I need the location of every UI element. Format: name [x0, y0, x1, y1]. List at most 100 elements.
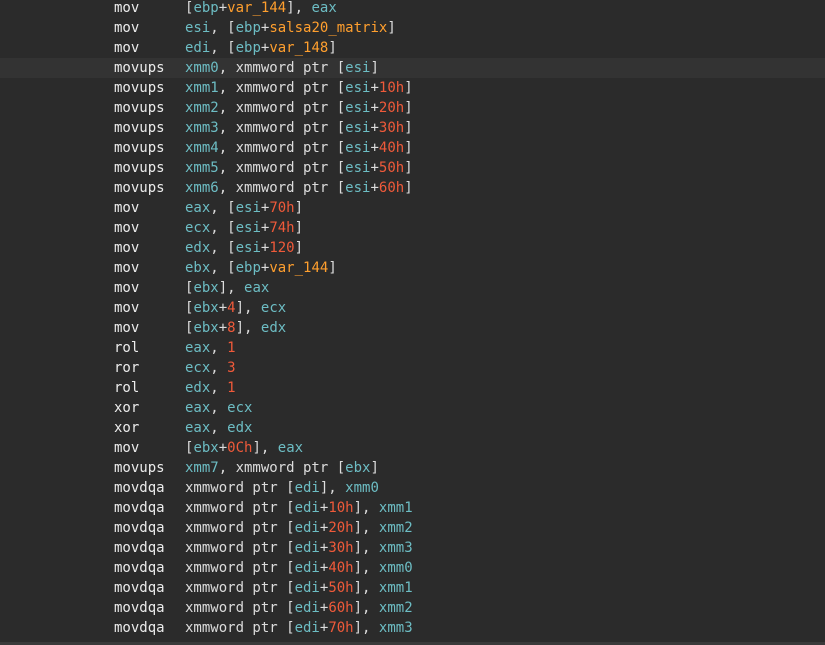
register-operand[interactable]: edi — [295, 500, 320, 516]
instruction-line[interactable]: movdqa xmmword ptr [edi+30h], xmm3 — [0, 538, 825, 558]
instruction-line[interactable]: movdqa xmmword ptr [edi+40h], xmm0 — [0, 558, 825, 578]
register-operand[interactable]: ebp — [236, 260, 261, 276]
instruction-mnemonic[interactable]: rol — [114, 378, 139, 398]
number-operand[interactable]: 30h — [328, 540, 353, 556]
instruction-mnemonic[interactable]: mov — [114, 278, 139, 298]
instruction-line[interactable]: movups xmm0, xmmword ptr [esi] — [0, 58, 825, 78]
number-operand[interactable]: 20h — [379, 100, 404, 116]
instruction-mnemonic[interactable]: movdqa — [114, 558, 165, 578]
instruction-mnemonic[interactable]: mov — [114, 298, 139, 318]
number-operand[interactable]: 50h — [328, 580, 353, 596]
instruction-mnemonic[interactable]: xor — [114, 398, 139, 418]
register-operand[interactable]: ebx — [185, 260, 210, 276]
instruction-mnemonic[interactable]: movups — [114, 58, 165, 78]
number-operand[interactable]: 3 — [227, 360, 235, 376]
instruction-mnemonic[interactable]: rol — [114, 338, 139, 358]
register-operand[interactable]: eax — [185, 420, 210, 436]
register-operand[interactable]: edi — [295, 520, 320, 536]
instruction-mnemonic[interactable]: mov — [114, 258, 139, 278]
instruction-line[interactable]: movups xmm7, xmmword ptr [ebx] — [0, 458, 825, 478]
number-operand[interactable]: 10h — [379, 80, 404, 96]
instruction-mnemonic[interactable]: movups — [114, 178, 165, 198]
instruction-line[interactable]: mov ecx, [esi+74h] — [0, 218, 825, 238]
instruction-line[interactable]: ror ecx, 3 — [0, 358, 825, 378]
register-operand[interactable]: ebx — [193, 440, 218, 456]
register-operand[interactable]: esi — [345, 140, 370, 156]
instruction-line[interactable]: movups xmm1, xmmword ptr [esi+10h] — [0, 78, 825, 98]
register-operand[interactable]: edx — [261, 320, 286, 336]
register-operand[interactable]: ebx — [193, 320, 218, 336]
register-operand[interactable]: xmm1 — [185, 80, 219, 96]
variable-operand[interactable]: var_148 — [269, 40, 328, 56]
instruction-mnemonic[interactable]: movdqa — [114, 478, 165, 498]
instruction-mnemonic[interactable]: mov — [114, 218, 139, 238]
number-operand[interactable]: 1 — [227, 340, 235, 356]
register-operand[interactable]: xmm4 — [185, 140, 219, 156]
register-operand[interactable]: edi — [295, 560, 320, 576]
instruction-line[interactable]: movups xmm3, xmmword ptr [esi+30h] — [0, 118, 825, 138]
instruction-mnemonic[interactable]: mov — [114, 18, 139, 38]
register-operand[interactable]: esi — [345, 180, 370, 196]
register-operand[interactable]: eax — [185, 400, 210, 416]
instruction-line[interactable]: mov edx, [esi+120] — [0, 238, 825, 258]
register-operand[interactable]: edi — [185, 40, 210, 56]
number-operand[interactable]: 50h — [379, 160, 404, 176]
number-operand[interactable]: 120 — [269, 240, 294, 256]
number-operand[interactable]: 10h — [328, 500, 353, 516]
variable-operand[interactable]: var_144 — [269, 260, 328, 276]
register-operand[interactable]: ebx — [193, 300, 218, 316]
number-operand[interactable]: 4 — [227, 300, 235, 316]
register-operand[interactable]: edi — [295, 480, 320, 496]
instruction-line[interactable]: mov [ebx+0Ch], eax — [0, 438, 825, 458]
instruction-mnemonic[interactable]: mov — [114, 438, 139, 458]
instruction-mnemonic[interactable]: movdqa — [114, 618, 165, 638]
number-operand[interactable]: 70h — [328, 620, 353, 636]
register-operand[interactable]: ecx — [185, 220, 210, 236]
variable-operand[interactable]: salsa20_matrix — [269, 20, 387, 36]
register-operand[interactable]: xmm1 — [379, 500, 413, 516]
register-operand[interactable]: esi — [345, 120, 370, 136]
instruction-mnemonic[interactable]: movdqa — [114, 518, 165, 538]
instruction-line[interactable]: mov [ebp+var_144], eax — [0, 0, 825, 18]
register-operand[interactable]: edi — [295, 620, 320, 636]
instruction-line[interactable]: movdqa xmmword ptr [edi+20h], xmm2 — [0, 518, 825, 538]
instruction-mnemonic[interactable]: movdqa — [114, 598, 165, 618]
register-operand[interactable]: esi — [345, 60, 370, 76]
instruction-line[interactable]: mov [ebx+8], edx — [0, 318, 825, 338]
register-operand[interactable]: xmm0 — [379, 560, 413, 576]
instruction-mnemonic[interactable]: mov — [114, 318, 139, 338]
register-operand[interactable]: esi — [345, 160, 370, 176]
register-operand[interactable]: ecx — [261, 300, 286, 316]
register-operand[interactable]: ecx — [185, 360, 210, 376]
register-operand[interactable]: ebp — [236, 20, 261, 36]
number-operand[interactable]: 40h — [379, 140, 404, 156]
instruction-mnemonic[interactable]: mov — [114, 198, 139, 218]
number-operand[interactable]: 60h — [379, 180, 404, 196]
register-operand[interactable]: xmm0 — [185, 60, 219, 76]
number-operand[interactable]: 70h — [269, 200, 294, 216]
register-operand[interactable]: esi — [236, 240, 261, 256]
number-operand[interactable]: 8 — [227, 320, 235, 336]
instruction-line[interactable]: movups xmm5, xmmword ptr [esi+50h] — [0, 158, 825, 178]
register-operand[interactable]: xmm6 — [185, 180, 219, 196]
register-operand[interactable]: xmm7 — [185, 460, 219, 476]
instruction-line[interactable]: movups xmm6, xmmword ptr [esi+60h] — [0, 178, 825, 198]
instruction-mnemonic[interactable]: ror — [114, 358, 139, 378]
register-operand[interactable]: xmm0 — [345, 480, 379, 496]
register-operand[interactable]: eax — [244, 280, 269, 296]
instruction-mnemonic[interactable]: mov — [114, 38, 139, 58]
instruction-line[interactable]: rol eax, 1 — [0, 338, 825, 358]
instruction-line[interactable]: mov edi, [ebp+var_148] — [0, 38, 825, 58]
register-operand[interactable]: eax — [185, 200, 210, 216]
number-operand[interactable]: 30h — [379, 120, 404, 136]
register-operand[interactable]: edi — [295, 540, 320, 556]
instruction-mnemonic[interactable]: movups — [114, 118, 165, 138]
register-operand[interactable]: xmm5 — [185, 160, 219, 176]
instruction-mnemonic[interactable]: movdqa — [114, 578, 165, 598]
register-operand[interactable]: esi — [345, 80, 370, 96]
instruction-line[interactable]: movdqa xmmword ptr [edi+10h], xmm1 — [0, 498, 825, 518]
register-operand[interactable]: ecx — [227, 400, 252, 416]
register-operand[interactable]: eax — [185, 340, 210, 356]
instruction-mnemonic[interactable]: xor — [114, 418, 139, 438]
instruction-line[interactable]: mov eax, [esi+70h] — [0, 198, 825, 218]
